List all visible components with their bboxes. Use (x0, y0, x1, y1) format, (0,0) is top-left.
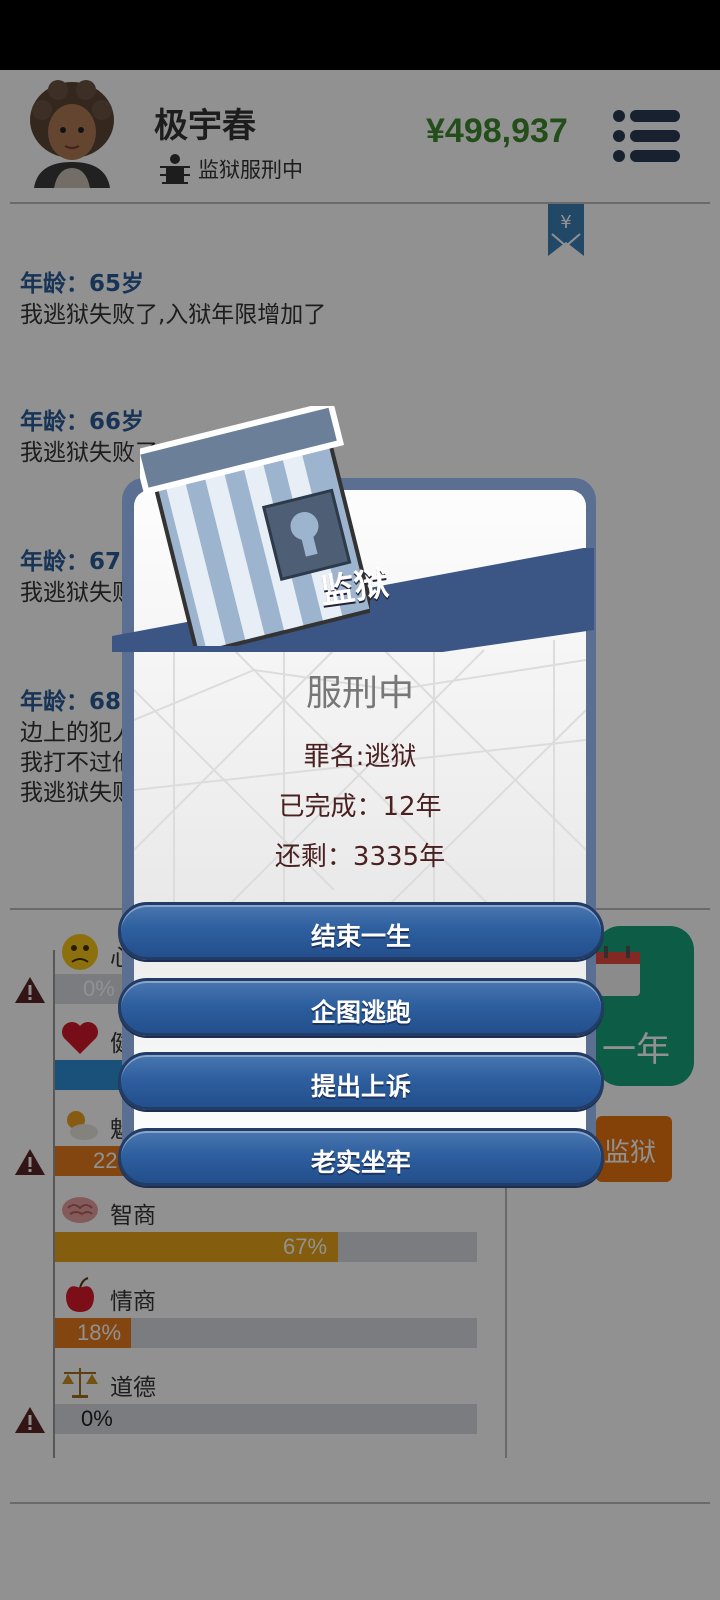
button-label: 企图逃跑 (310, 998, 411, 1027)
serve-sentence-button[interactable]: 老实坐牢 (118, 1128, 604, 1186)
modal-title: 监狱 (318, 563, 391, 613)
time-served: 已完成：12年 (278, 792, 442, 822)
end-life-button[interactable]: 结束一生 (118, 902, 604, 960)
button-label: 提出上诉 (310, 1072, 411, 1101)
button-label: 结束一生 (310, 922, 411, 951)
crime-text: 罪名:逃狱 (303, 742, 417, 772)
status-bar (0, 0, 720, 70)
button-label: 老实坐牢 (310, 1148, 411, 1177)
serving-status: 服刑中 (305, 673, 414, 714)
appeal-button[interactable]: 提出上诉 (118, 1052, 604, 1110)
time-remaining: 还剩：3335年 (274, 842, 446, 872)
attempt-escape-button[interactable]: 企图逃跑 (118, 978, 604, 1036)
